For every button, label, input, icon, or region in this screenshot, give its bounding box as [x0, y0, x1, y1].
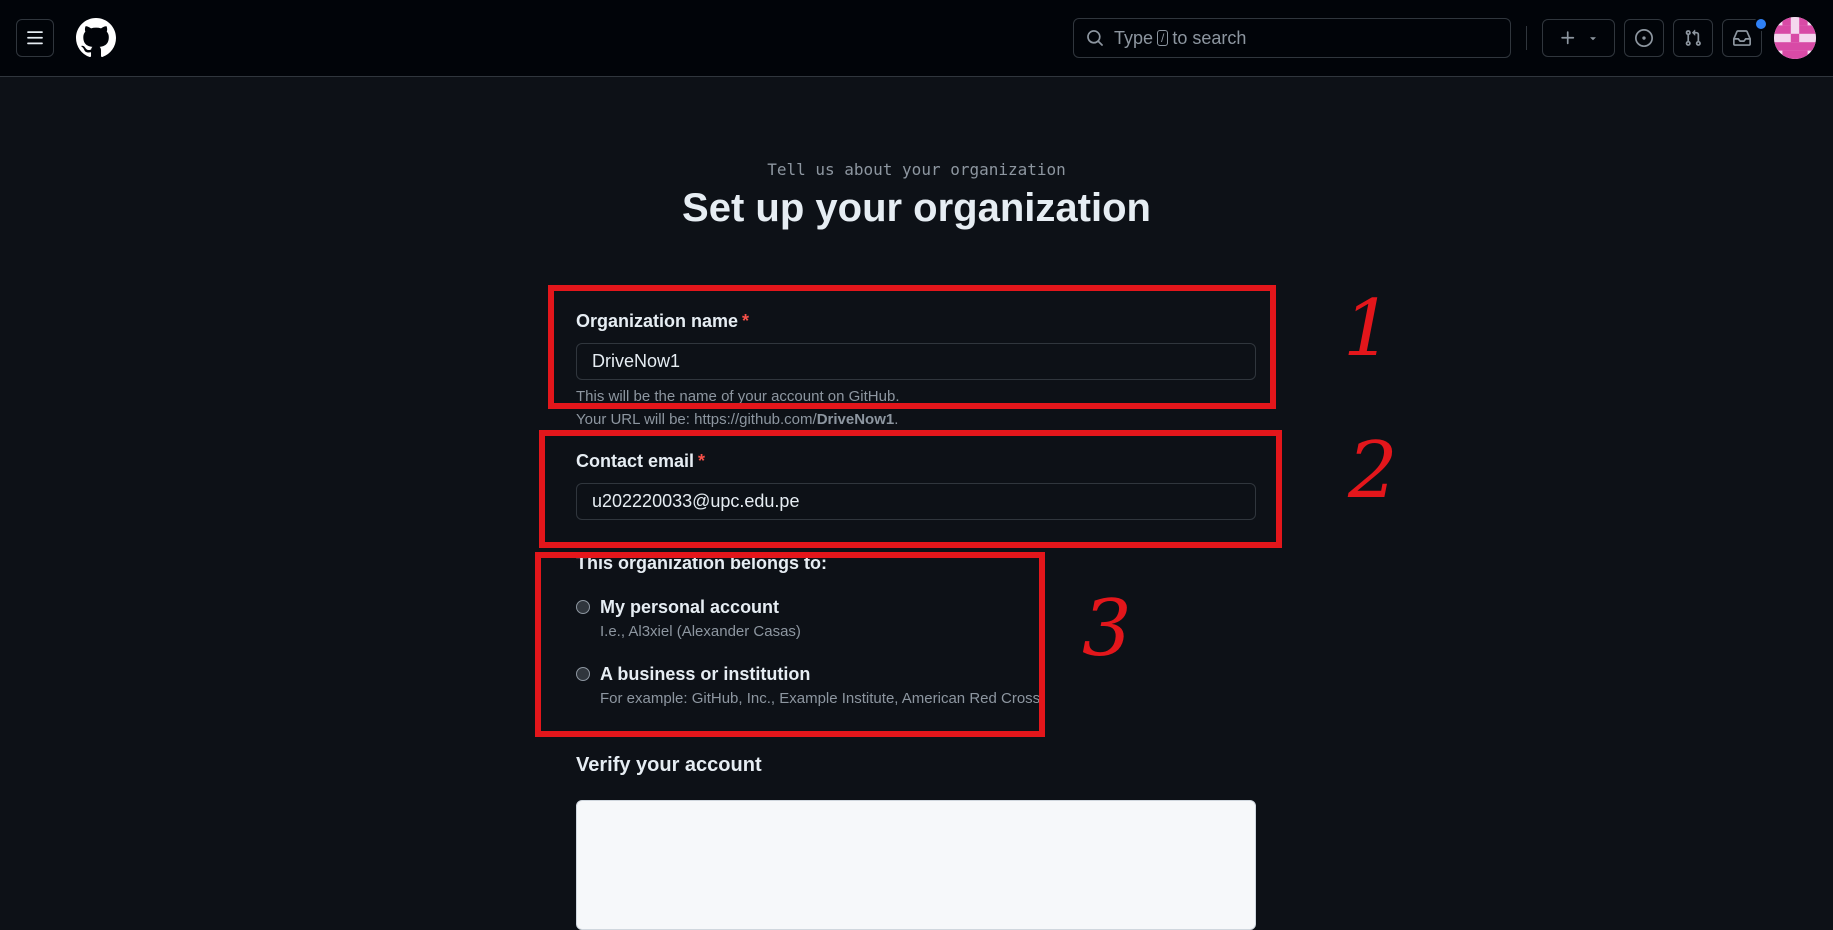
- hamburger-icon: [27, 31, 43, 45]
- search-placeholder-suffix: to search: [1172, 27, 1247, 48]
- issue-opened-icon: [1635, 29, 1653, 47]
- menu-button[interactable]: [16, 19, 54, 57]
- caret-down-icon: [1589, 37, 1596, 41]
- page-subtitle: Tell us about your organization: [767, 160, 1066, 179]
- notification-dot: [1754, 17, 1768, 31]
- annotation-box-1: [548, 285, 1276, 409]
- annotation-box-2: [539, 430, 1282, 548]
- avatar[interactable]: [1774, 17, 1816, 59]
- search-placeholder-prefix: Type: [1114, 27, 1154, 48]
- github-logo-icon[interactable]: [76, 18, 116, 58]
- header-divider: [1526, 26, 1527, 50]
- inbox-icon: [1733, 30, 1751, 46]
- org-url-suffix: .: [894, 411, 899, 428]
- create-new-button[interactable]: [1542, 19, 1615, 57]
- annotation-number-2: 2: [1348, 426, 1398, 516]
- annotation-number-1: 1: [1343, 284, 1393, 374]
- identicon-icon: [1774, 17, 1816, 59]
- captcha-frame[interactable]: [576, 800, 1256, 930]
- org-url-hint: Your URL will be: https://github.com/Dri…: [576, 411, 898, 428]
- pull-requests-button[interactable]: [1673, 19, 1713, 57]
- plus-icon: [1560, 31, 1574, 45]
- search-shortcut-key: /: [1157, 30, 1169, 46]
- top-header: Type / to search: [0, 0, 1833, 77]
- search-icon: [1087, 30, 1103, 46]
- issues-button[interactable]: [1624, 19, 1664, 57]
- page-title: Set up your organization: [682, 186, 1151, 230]
- search-input[interactable]: Type / to search: [1073, 18, 1511, 58]
- annotation-box-3: [535, 552, 1045, 737]
- annotation-number-3: 3: [1082, 584, 1132, 674]
- git-pull-request-icon: [1685, 29, 1701, 46]
- org-url-prefix: Your URL will be: https://github.com/: [576, 411, 817, 428]
- org-url-name: DriveNow1: [816, 411, 895, 428]
- verify-heading: Verify your account: [576, 754, 762, 776]
